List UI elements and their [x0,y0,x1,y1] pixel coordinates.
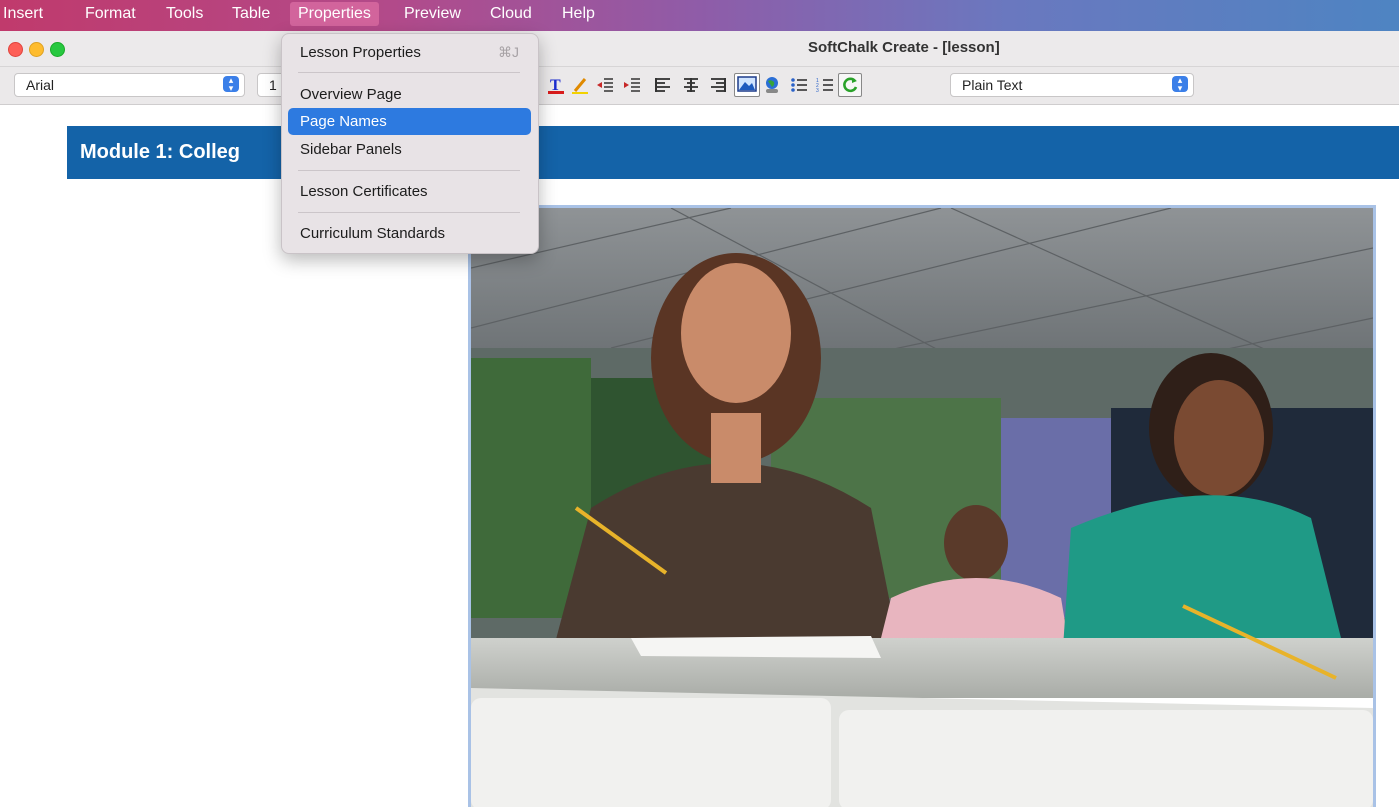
minimize-window-icon[interactable] [29,42,44,57]
menu-item-label: Page Names [300,113,387,130]
menu-item-label: Sidebar Panels [300,141,402,158]
outdent-icon[interactable] [595,75,615,95]
paragraph-style-value: Plain Text [962,77,1023,93]
zoom-window-icon[interactable] [50,42,65,57]
app-menu-bar: Insert Format Tools Table Properties Pre… [0,0,1399,31]
menu-separator [298,212,520,213]
menu-item-curriculum-standards[interactable]: Curriculum Standards [288,220,531,247]
properties-menu: Lesson Properties ⌘J Overview Page Page … [281,33,539,254]
menu-separator [298,170,520,171]
window-title: SoftChalk Create - [lesson] [808,39,1000,56]
menu-cloud[interactable]: Cloud [490,5,532,23]
indent-icon[interactable] [622,75,642,95]
highlight-pen-icon[interactable] [570,75,590,95]
menu-preview[interactable]: Preview [404,5,461,23]
menu-item-lesson-certificates[interactable]: Lesson Certificates [288,178,531,205]
bullet-list-icon[interactable] [789,75,809,95]
formatting-toolbar: Arial ▴ ▾ 1 T 123 Plain Text ▴ ▾ [0,67,1399,105]
menu-help[interactable]: Help [562,5,595,23]
menu-format[interactable]: Format [85,5,136,23]
menu-tools[interactable]: Tools [166,5,203,23]
stepper-arrows-icon: ▴ ▾ [1172,76,1188,93]
numbered-list-icon[interactable]: 123 [815,75,835,95]
module-heading: Module 1: Colleg [80,141,240,163]
menu-separator [298,72,520,73]
menu-item-label: Lesson Certificates [300,183,428,200]
paragraph-style-select[interactable]: Plain Text ▴ ▾ [950,73,1194,97]
classroom-photo[interactable] [468,205,1376,807]
window-title-bar: SoftChalk Create - [lesson] [0,31,1399,67]
menu-properties[interactable]: Properties [290,2,379,26]
align-right-icon[interactable] [708,75,728,95]
close-window-icon[interactable] [8,42,23,57]
stepper-arrows-icon: ▴ ▾ [223,76,239,93]
refresh-icon[interactable] [838,73,862,97]
align-center-icon[interactable] [681,75,701,95]
text-color-icon[interactable]: T [546,75,566,95]
font-family-select[interactable]: Arial ▴ ▾ [14,73,245,97]
shortcut-label: ⌘J [498,44,519,60]
web-link-icon[interactable] [762,75,782,95]
menu-item-label: Curriculum Standards [300,225,446,242]
module-heading-banner: Module 1: Colleg [67,126,1399,179]
menu-item-overview-page[interactable]: Overview Page [288,81,531,108]
svg-text:3: 3 [816,88,819,94]
menu-item-page-names[interactable]: Page Names [288,108,531,135]
menu-insert[interactable]: Insert [3,5,43,23]
menu-item-label: Lesson Properties [300,44,421,61]
menu-item-lesson-properties[interactable]: Lesson Properties ⌘J [288,39,531,66]
font-family-value: Arial [26,77,55,93]
menu-item-label: Overview Page [300,86,402,103]
font-size-value: 1 [269,77,277,93]
align-left-icon[interactable] [653,75,673,95]
insert-image-icon[interactable] [734,73,760,97]
menu-table[interactable]: Table [232,5,270,23]
menu-item-sidebar-panels[interactable]: Sidebar Panels [288,136,531,163]
